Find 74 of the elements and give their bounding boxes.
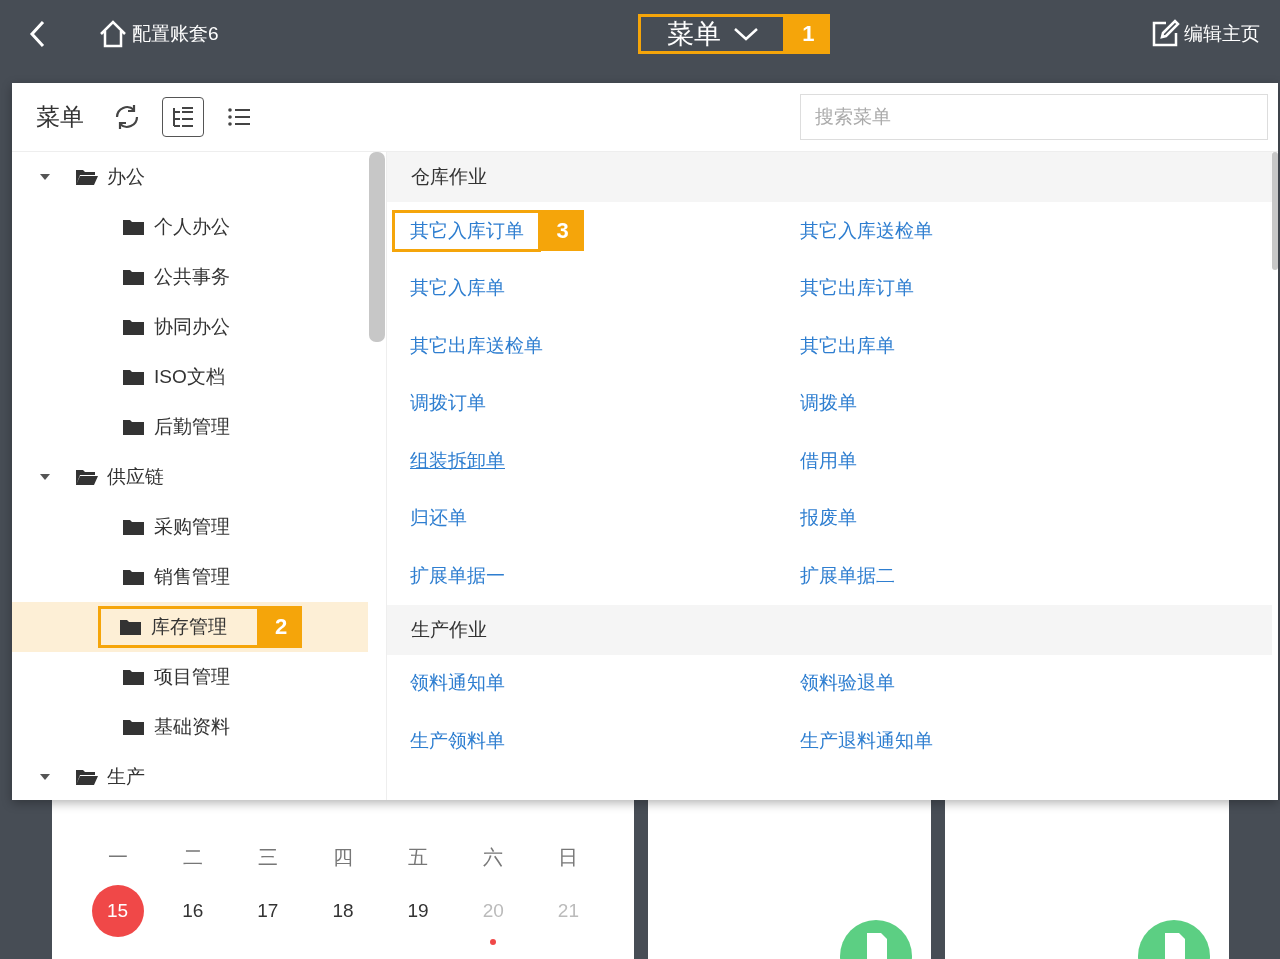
callout-badge: 2: [260, 606, 302, 648]
menu-link[interactable]: 生产领料单: [392, 719, 522, 762]
menu-link[interactable]: 其它入库送检单: [782, 209, 950, 252]
weekday-label: 三: [257, 845, 278, 870]
folder-icon: [122, 218, 146, 236]
menu-link[interactable]: 扩展单据二: [782, 554, 912, 597]
search-field[interactable]: 搜索菜单: [800, 94, 1268, 140]
menu-link[interactable]: 其它入库订单: [392, 209, 541, 252]
folder-icon: [75, 468, 99, 486]
section-header: 生产作业: [387, 604, 1272, 655]
menu-link[interactable]: 领料验退单: [782, 662, 912, 705]
folder-icon: [75, 168, 99, 186]
menu-dropdown[interactable]: 菜单: [638, 14, 787, 54]
tree-item[interactable]: 供应链: [12, 452, 368, 502]
calendar-day[interactable]: 19: [392, 885, 445, 937]
tree-item[interactable]: ISO文档: [98, 353, 258, 401]
calendar-day[interactable]: 18: [317, 885, 369, 937]
weekday-label: 日: [558, 845, 579, 870]
menu-link[interactable]: 其它出库单: [782, 324, 912, 367]
tree-item[interactable]: 项目管理: [98, 653, 263, 701]
menu-link[interactable]: 调拨订单: [392, 382, 503, 425]
menu-link[interactable]: 领料通知单: [392, 662, 522, 705]
folder-icon: [122, 568, 146, 586]
tree-item[interactable]: 个人办公: [98, 203, 263, 251]
home-link[interactable]: 配置账套6: [98, 20, 219, 48]
tree-item[interactable]: 库存管理: [98, 606, 260, 648]
home-icon: [98, 20, 128, 48]
calendar-day[interactable]: 16: [166, 885, 219, 937]
weekday-label: 六: [483, 845, 504, 870]
tree-item[interactable]: 公共事务: [98, 253, 263, 301]
tree-item[interactable]: 销售管理: [98, 553, 263, 601]
weekday-label: 五: [408, 845, 429, 870]
menu-link[interactable]: 组装拆卸单: [392, 439, 522, 482]
folder-icon: [122, 518, 146, 536]
menu-link[interactable]: 其它入库单: [392, 267, 522, 310]
menu-link[interactable]: 扩展单据一: [392, 554, 522, 597]
folder-icon: [122, 318, 146, 336]
menu-link[interactable]: 报废单: [782, 497, 874, 540]
callout-badge: 1: [786, 14, 831, 54]
tree-item[interactable]: 办公: [12, 152, 368, 202]
scrollbar-thumb[interactable]: [1272, 152, 1278, 270]
folder-icon: [119, 618, 143, 636]
calendar-day[interactable]: 15: [91, 885, 144, 937]
menu-link[interactable]: 借用单: [782, 439, 874, 482]
scrollbar-thumb[interactable]: [369, 152, 385, 342]
tree-item[interactable]: 协同办公: [98, 303, 263, 351]
folder-icon: [75, 768, 99, 786]
menu-link[interactable]: 其它出库送检单: [392, 324, 560, 367]
caret-icon: [733, 26, 760, 42]
folder-icon: [122, 418, 146, 436]
section-header: 仓库作业: [387, 152, 1272, 202]
tree-item[interactable]: 采购管理: [98, 503, 263, 551]
folder-icon: [122, 368, 146, 386]
folder-icon: [122, 718, 146, 736]
weekday-label: 一: [107, 845, 128, 870]
folder-icon: [122, 668, 146, 686]
weekday-label: 四: [333, 845, 353, 870]
edit-home-button[interactable]: 编辑主页: [1150, 19, 1260, 49]
callout-badge: 3: [541, 210, 584, 252]
menu-link[interactable]: 生产退料通知单: [782, 719, 950, 762]
panel-title: 菜单: [36, 102, 84, 132]
list-icon: [226, 105, 252, 129]
tree-item[interactable]: 后勤管理: [98, 403, 263, 451]
tree-view-button[interactable]: [162, 97, 204, 137]
weekday-label: 二: [182, 845, 203, 870]
folder-icon: [122, 268, 146, 286]
tree-list-icon: [170, 105, 196, 129]
menu-link[interactable]: 其它出库订单: [782, 267, 931, 310]
calendar-day[interactable]: 17: [241, 885, 294, 937]
edit-icon: [1150, 19, 1180, 49]
menu-link[interactable]: 调拨单: [782, 382, 874, 425]
menu-link[interactable]: 归还单: [392, 497, 484, 540]
tree-item[interactable]: 基础资料: [98, 703, 263, 751]
tree-item[interactable]: 生产: [12, 752, 368, 800]
